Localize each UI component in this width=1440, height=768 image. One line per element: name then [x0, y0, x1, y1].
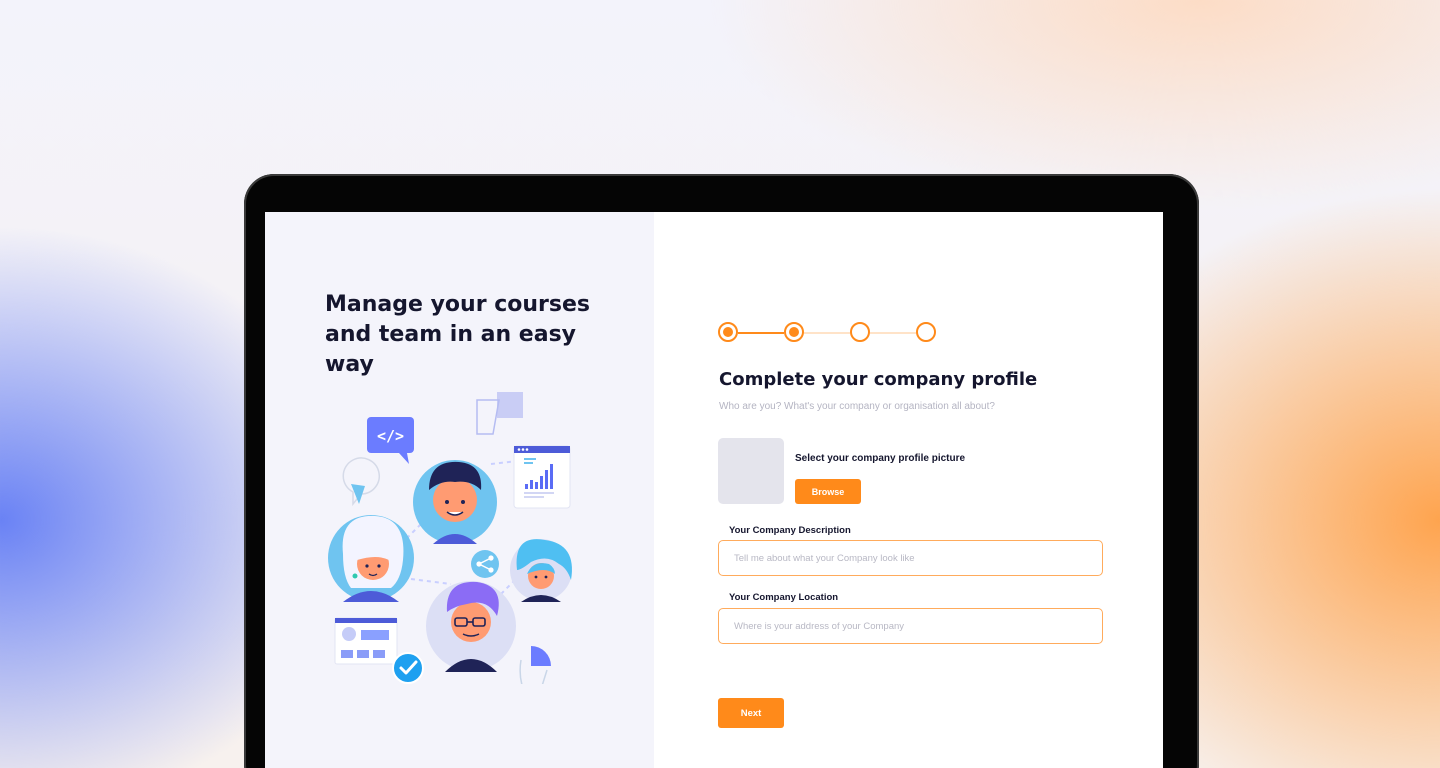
form-title: Complete your company profile — [719, 369, 1038, 390]
svg-text:</>: </> — [377, 427, 404, 445]
share-icon — [471, 550, 499, 578]
profile-picture-preview[interactable] — [718, 438, 784, 504]
avatar-woman-blue-hair-icon — [510, 539, 572, 602]
check-circle-icon — [392, 652, 424, 684]
code-bubble-icon: </> — [367, 417, 414, 464]
hero-headline: Manage your courses and team in an easy … — [325, 292, 590, 377]
form-panel: Complete your company profile Who are yo… — [654, 212, 1163, 768]
location-label: Your Company Location — [729, 592, 839, 603]
avatar-woman-icon — [328, 515, 414, 602]
description-label: Your Company Description — [729, 525, 851, 536]
step-2-indicator[interactable] — [784, 322, 804, 342]
team-illustration: </> — [328, 392, 572, 684]
stepper-line-2 — [804, 332, 850, 334]
profile-picture-label: Select your company profile picture — [795, 453, 966, 464]
step-3-indicator[interactable] — [850, 322, 870, 342]
pie-decoration-icon — [519, 646, 551, 684]
avatar-man-icon — [413, 460, 497, 544]
next-button[interactable]: Next — [718, 698, 784, 728]
progress-stepper — [718, 322, 938, 344]
stepper-line-1 — [738, 332, 784, 334]
avatar-man-glasses-icon — [426, 581, 516, 672]
stepper-line-3 — [870, 332, 916, 334]
chart-card-icon — [513, 445, 571, 509]
company-description-input[interactable] — [718, 540, 1103, 576]
company-location-input[interactable] — [718, 608, 1103, 644]
step-4-indicator[interactable] — [916, 322, 936, 342]
browse-button[interactable]: Browse — [795, 479, 861, 504]
dashboard-card-icon — [334, 617, 398, 665]
form-subtitle: Who are you? What's your company or orga… — [719, 401, 995, 412]
app-screen: Manage your courses and team in an easy … — [265, 212, 1163, 768]
hero-panel: Manage your courses and team in an easy … — [265, 212, 654, 768]
step-1-indicator[interactable] — [718, 322, 738, 342]
